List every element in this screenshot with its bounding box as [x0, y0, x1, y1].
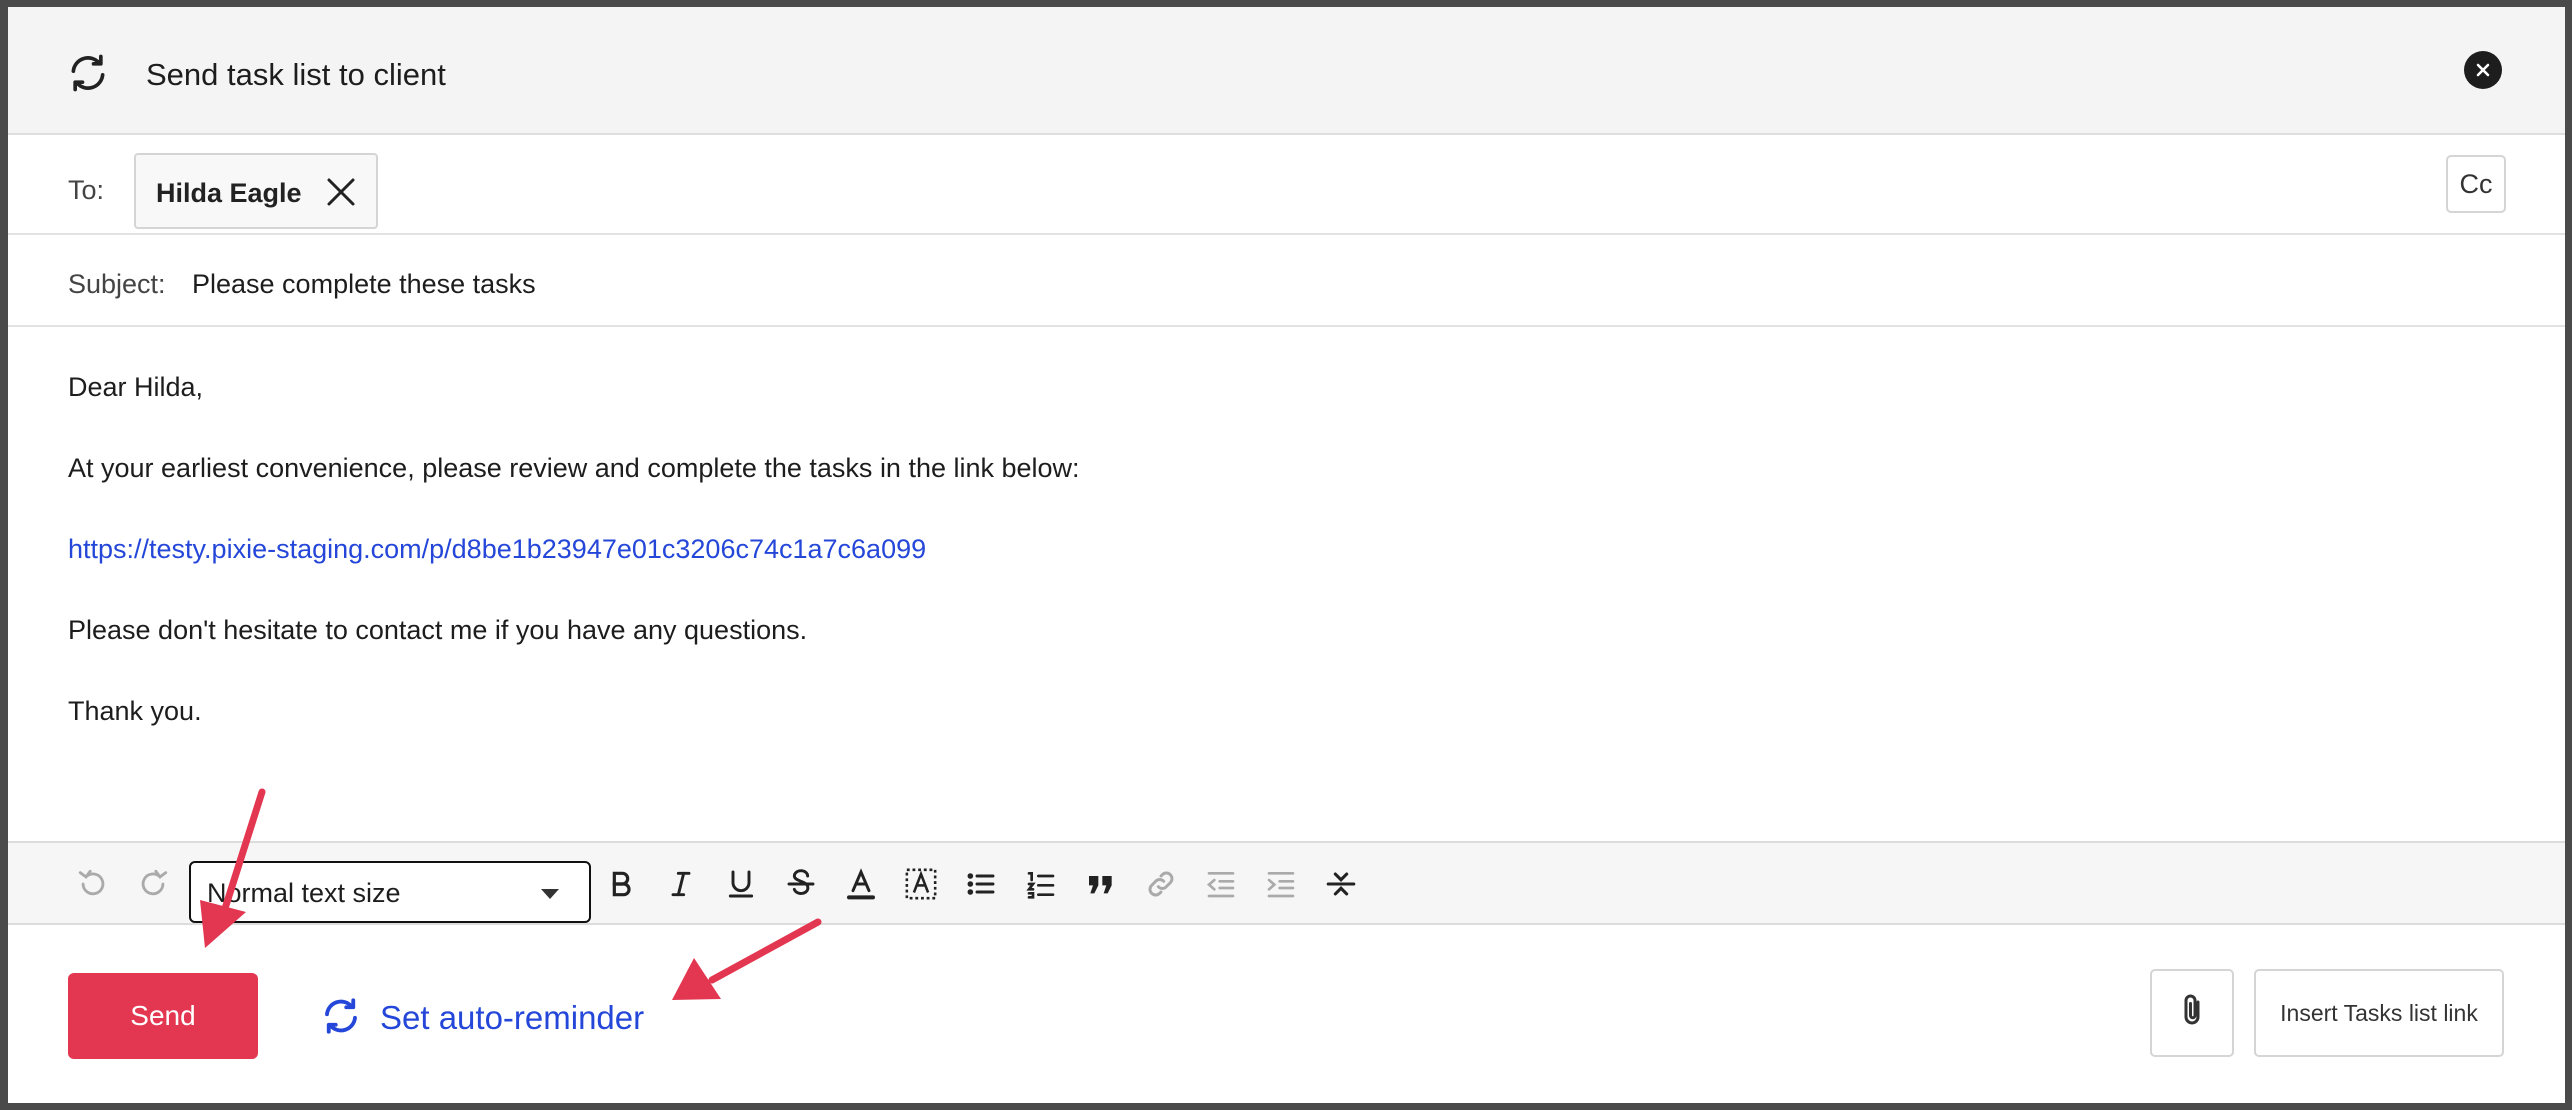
outdent-icon[interactable] [1200, 863, 1242, 905]
bullet-list-icon[interactable] [960, 863, 1002, 905]
auto-reminder-label: Set auto-reminder [380, 999, 645, 1036]
text-size-select[interactable]: Normal text size [189, 861, 591, 923]
body-line-1: At your earliest convenience, please rev… [68, 453, 1080, 483]
subject-row: Subject: Please complete these tasks [8, 235, 2565, 327]
modal-header: Send task list to client [8, 7, 2565, 135]
body-line-2: Please don't hesitate to contact me if y… [68, 615, 808, 645]
italic-icon[interactable] [660, 863, 702, 905]
sync-icon [320, 995, 362, 1042]
to-row: To: Hilda Eagle Cc [8, 135, 2565, 235]
remove-recipient-icon[interactable] [326, 177, 356, 207]
modal-title: Send task list to client [146, 57, 446, 92]
body-greeting: Dear Hilda, [68, 372, 204, 402]
cc-button[interactable]: Cc [2446, 155, 2506, 213]
numbered-list-icon[interactable] [1020, 863, 1062, 905]
body-closing: Thank you. [68, 696, 202, 726]
send-button[interactable]: Send [68, 973, 258, 1059]
chevron-down-icon [541, 889, 559, 899]
indent-icon[interactable] [1260, 863, 1302, 905]
horizontal-rule-icon[interactable] [1320, 863, 1362, 905]
send-task-list-modal: Send task list to client To: Hilda Eagle… [8, 7, 2565, 1103]
insert-tasks-list-link-button[interactable]: Insert Tasks list link [2254, 969, 2504, 1057]
subject-input[interactable]: Please complete these tasks [192, 269, 536, 300]
quote-icon[interactable] [1080, 863, 1122, 905]
bold-icon[interactable] [600, 863, 642, 905]
undo-icon[interactable] [72, 863, 114, 905]
strikethrough-icon[interactable] [780, 863, 822, 905]
subject-label: Subject: [68, 269, 166, 299]
recipient-name: Hilda Eagle [156, 178, 302, 208]
task-list-link[interactable]: https://testy.pixie-staging.com/p/d8be1b… [68, 534, 926, 565]
attach-file-button[interactable] [2150, 969, 2234, 1057]
paperclip-icon [2174, 991, 2210, 1036]
formatting-toolbar: Normal text size [8, 841, 2565, 925]
set-auto-reminder-link[interactable]: Set auto-reminder [320, 997, 644, 1039]
close-icon[interactable] [2464, 51, 2502, 89]
redo-icon[interactable] [132, 863, 174, 905]
highlight-icon[interactable] [900, 863, 942, 905]
sync-icon [66, 51, 110, 95]
underline-icon[interactable] [720, 863, 762, 905]
text-size-value: Normal text size [207, 878, 401, 908]
to-label: To: [68, 175, 105, 205]
recipient-chip[interactable]: Hilda Eagle [134, 153, 378, 229]
text-color-icon[interactable] [840, 863, 882, 905]
link-icon[interactable] [1140, 863, 1182, 905]
